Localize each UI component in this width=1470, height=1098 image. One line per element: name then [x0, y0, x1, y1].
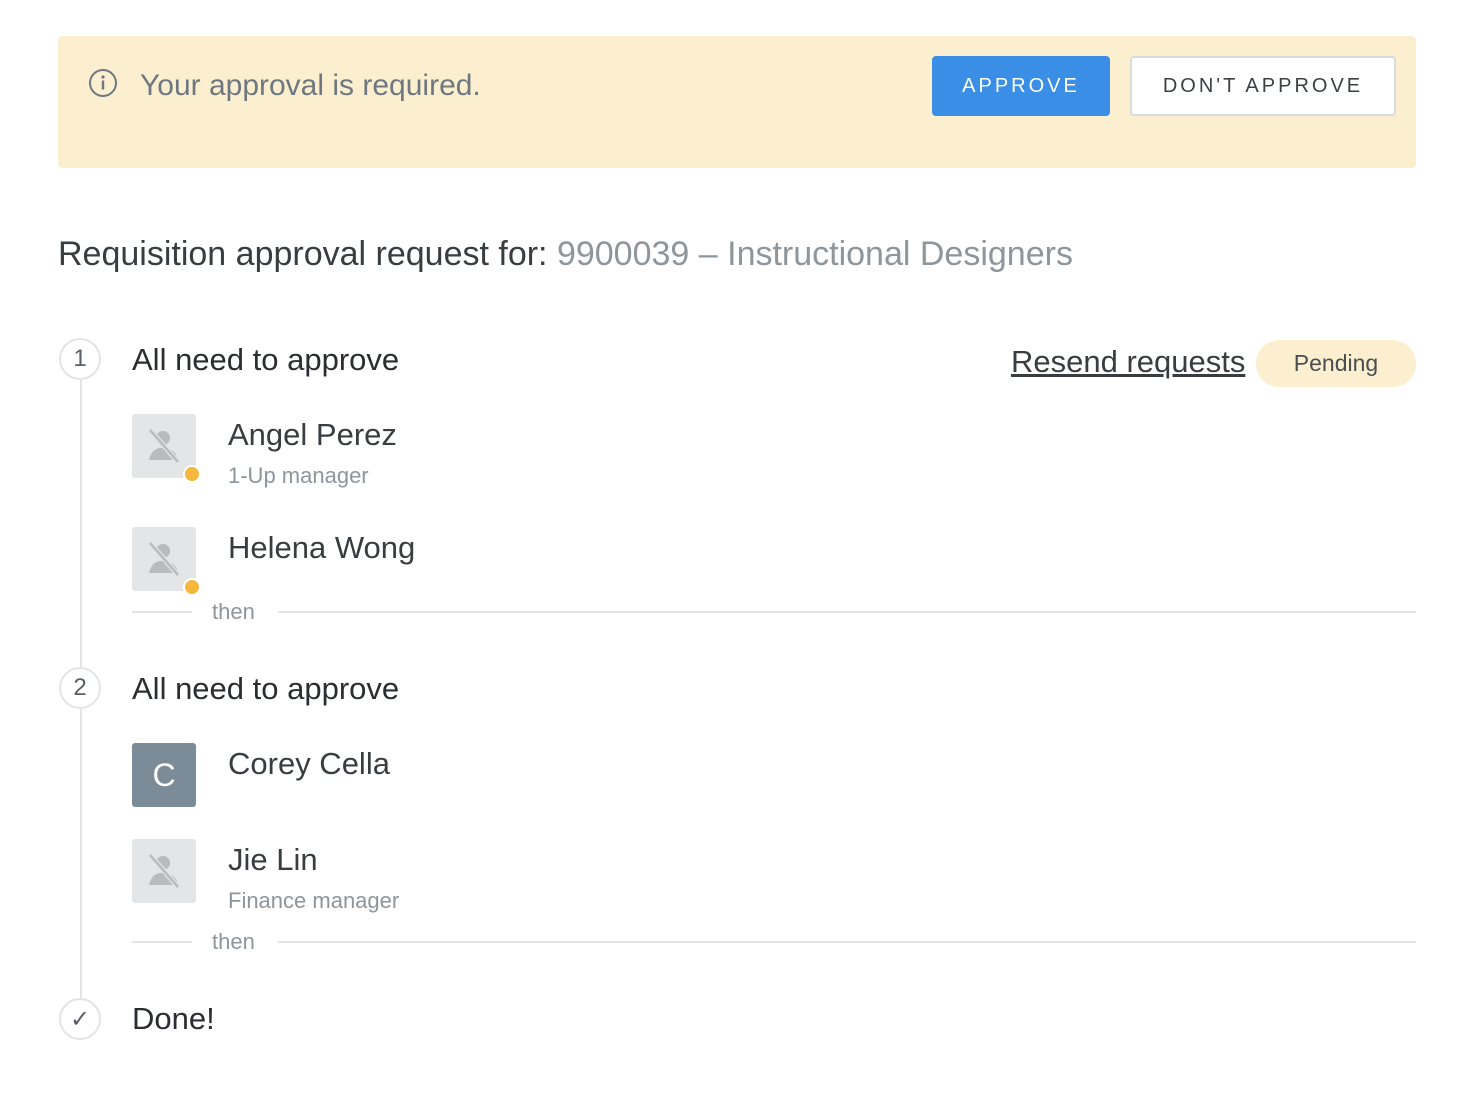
step-number-1: 1 — [59, 338, 101, 380]
separator-line — [132, 611, 192, 613]
title-prefix: Requisition approval request for: — [58, 235, 548, 273]
no-photo-icon — [148, 853, 180, 889]
done-check-icon: ✓ — [59, 998, 101, 1040]
approver-name: Helena Wong — [228, 530, 416, 565]
dont-approve-button[interactable]: DON'T APPROVE — [1130, 56, 1396, 116]
page-title: Requisition approval request for: 990003… — [58, 232, 1073, 276]
pending-status-dot — [183, 465, 201, 483]
resend-requests-link[interactable]: Resend requests — [1011, 342, 1245, 382]
approver-name: Angel Perez — [228, 417, 397, 452]
approver-name: Jie Lin — [228, 842, 318, 877]
approver-role: Finance manager — [228, 888, 400, 913]
step-title-2: All need to approve — [132, 671, 400, 706]
then-label: then — [212, 599, 255, 624]
separator-line — [278, 941, 1416, 943]
separator-line — [132, 941, 192, 943]
approver-role: 1-Up manager — [228, 463, 369, 488]
then-label: then — [212, 929, 255, 954]
avatar — [132, 527, 201, 596]
avatar — [132, 414, 201, 483]
no-photo-icon — [148, 428, 180, 464]
approve-button[interactable]: APPROVE — [932, 56, 1110, 116]
step-number-2: 2 — [59, 667, 101, 709]
avatar — [132, 839, 196, 903]
banner-message: Your approval is required. — [140, 69, 481, 102]
step-title-1: All need to approve — [132, 342, 400, 377]
status-badge: Pending — [1256, 340, 1416, 387]
info-icon — [89, 69, 117, 97]
approver-name: Corey Cella — [228, 746, 390, 781]
requisition-name: 9900039 – Instructional Designers — [556, 235, 1073, 273]
pending-status-dot — [183, 578, 201, 596]
no-photo-icon — [148, 541, 180, 577]
done-label: Done! — [132, 1001, 215, 1036]
separator-line — [278, 611, 1416, 613]
approval-banner: Your approval is required. APPROVE DON'T… — [58, 36, 1416, 168]
avatar: C — [132, 743, 196, 807]
